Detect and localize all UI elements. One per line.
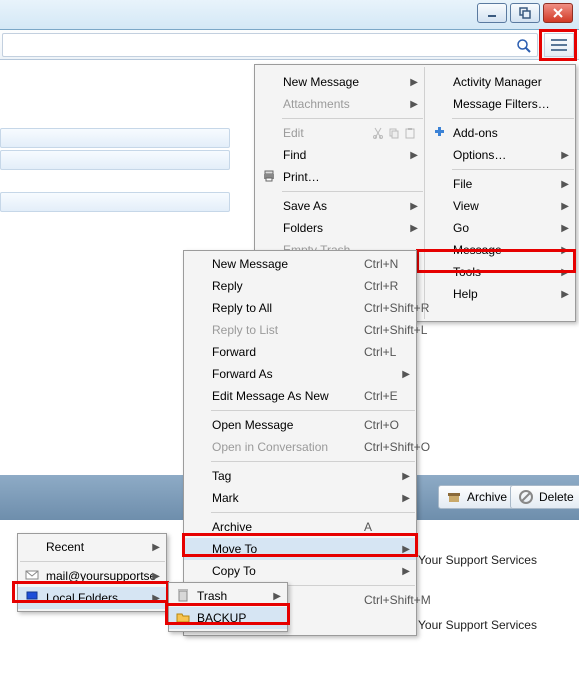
window-close-button[interactable] [543, 3, 573, 23]
msg-mark[interactable]: Mark▶ [184, 487, 416, 509]
chevron-right-icon: ▶ [410, 223, 418, 234]
delete-button-label: Delete [539, 490, 574, 504]
close-icon [552, 7, 564, 19]
trash-icon [175, 588, 191, 605]
menu-separator [211, 512, 415, 513]
msg-forward[interactable]: ForwardCtrl+L [184, 341, 416, 363]
menu-folders[interactable]: Folders▶ [255, 217, 424, 239]
maximize-icon [519, 7, 531, 19]
delete-button[interactable]: Delete [510, 485, 579, 509]
window-minimize-button[interactable] [477, 3, 507, 23]
moveto-recent[interactable]: Recent▶ [18, 536, 166, 558]
window-maximize-button[interactable] [510, 3, 540, 23]
menu-message-filters[interactable]: Message Filters… [425, 93, 575, 115]
chevron-right-icon: ▶ [402, 566, 410, 577]
menu-print[interactable]: Print… [255, 166, 424, 188]
chevron-right-icon: ▶ [402, 471, 410, 482]
menu-separator [211, 461, 415, 462]
paste-icon [404, 127, 416, 139]
highlight-move-to [182, 533, 418, 557]
chevron-right-icon: ▶ [561, 289, 569, 300]
msg-reply[interactable]: ReplyCtrl+R [184, 275, 416, 297]
copy-icon [388, 127, 400, 139]
menu-separator [20, 561, 165, 562]
msg-open-conv: Open in ConversationCtrl+Shift+O [184, 436, 416, 458]
msg-new-message[interactable]: New MessageCtrl+N [184, 253, 416, 275]
menu-options[interactable]: Options…▶ [425, 144, 575, 166]
print-icon [261, 169, 277, 186]
highlight-local-folders [12, 581, 169, 603]
menu-edit: Edit [255, 122, 424, 144]
search-input[interactable] [2, 33, 538, 57]
archive-icon [447, 490, 461, 504]
list-item[interactable] [0, 150, 230, 170]
addon-icon [431, 125, 447, 142]
menu-find[interactable]: Find▶ [255, 144, 424, 166]
menu-new-message[interactable]: New Message▶ [255, 71, 424, 93]
chevron-right-icon: ▶ [410, 150, 418, 161]
chevron-right-icon: ▶ [410, 77, 418, 88]
menu-separator [211, 410, 415, 411]
chevron-right-icon: ▶ [273, 591, 281, 602]
chevron-right-icon: ▶ [561, 223, 569, 234]
archive-button-label: Archive [467, 490, 507, 504]
highlight-app-menu [539, 29, 577, 61]
message-sender: Your Support Services [418, 553, 537, 567]
msg-forward-as[interactable]: Forward As▶ [184, 363, 416, 385]
menu-help[interactable]: Help▶ [425, 283, 575, 305]
menu-separator [282, 191, 423, 192]
highlight-backup [165, 603, 290, 625]
msg-reply-list: Reply to ListCtrl+Shift+L [184, 319, 416, 341]
chevron-right-icon: ▶ [152, 542, 160, 553]
chevron-right-icon: ▶ [402, 493, 410, 504]
list-item[interactable] [0, 192, 230, 212]
menu-separator [452, 169, 574, 170]
minimize-icon [486, 7, 498, 19]
menu-file[interactable]: File▶ [425, 173, 575, 195]
msg-copy-to[interactable]: Copy To▶ [184, 560, 416, 582]
cut-icon [372, 127, 384, 139]
menu-save-as[interactable]: Save As▶ [255, 195, 424, 217]
chevron-right-icon: ▶ [402, 369, 410, 380]
archive-button[interactable]: Archive [438, 485, 516, 509]
msg-open[interactable]: Open MessageCtrl+O [184, 414, 416, 436]
menu-separator [452, 118, 574, 119]
chevron-right-icon: ▶ [152, 571, 160, 582]
search-icon[interactable] [516, 38, 532, 57]
menu-attachments: Attachments▶ [255, 93, 424, 115]
menu-activity-manager[interactable]: Activity Manager [425, 71, 575, 93]
msg-tag[interactable]: Tag▶ [184, 465, 416, 487]
chevron-right-icon: ▶ [410, 201, 418, 212]
chevron-right-icon: ▶ [561, 201, 569, 212]
chevron-right-icon: ▶ [561, 150, 569, 161]
highlight-message [416, 249, 576, 273]
menu-addons[interactable]: Add-ons [425, 122, 575, 144]
msg-reply-all[interactable]: Reply to AllCtrl+Shift+R [184, 297, 416, 319]
delete-icon [519, 490, 533, 504]
message-submenu: New MessageCtrl+N ReplyCtrl+R Reply to A… [183, 250, 417, 636]
chevron-right-icon: ▶ [410, 99, 418, 110]
menu-view[interactable]: View▶ [425, 195, 575, 217]
edit-icons [372, 127, 416, 139]
list-item[interactable] [0, 128, 230, 148]
msg-edit-as-new[interactable]: Edit Message As NewCtrl+E [184, 385, 416, 407]
menu-go[interactable]: Go▶ [425, 217, 575, 239]
chevron-right-icon: ▶ [561, 179, 569, 190]
menu-separator [282, 118, 423, 119]
message-sender: Your Support Services [418, 618, 537, 632]
